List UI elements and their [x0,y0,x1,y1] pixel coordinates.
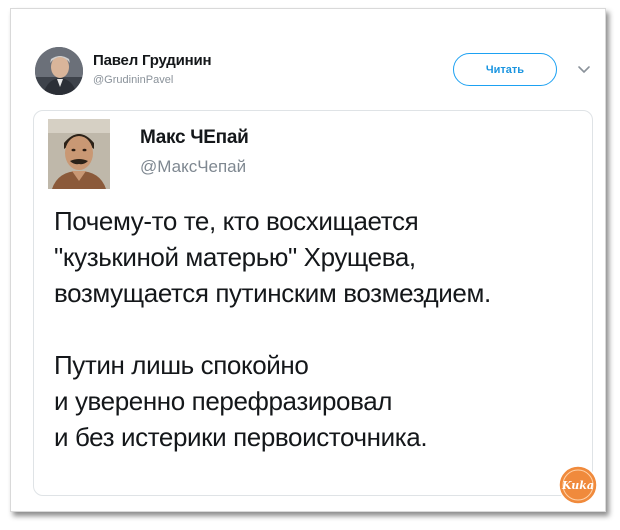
tweet-text-line: и уверенно перефразировал [54,386,393,416]
watermark-logo: Kuka [558,465,598,505]
quoted-author-handle[interactable]: @МаксЧепай [140,157,246,177]
chevron-down-icon[interactable] [577,64,591,74]
quoted-author-name[interactable]: Макс ЧЕпай [140,127,249,149]
tweet-text-line: Путин лишь спокойно [54,350,309,380]
follow-button[interactable]: Читать [453,53,557,86]
author-handle[interactable]: @GrudininPavel [93,74,173,86]
quoted-tweet-text: Почему-то те, кто восхищается "кузькиной… [54,203,594,455]
quoted-tweet[interactable]: Макс ЧЕпай @МаксЧепай Почему-то те, кто … [33,110,593,496]
watermark-text: Kuka [561,479,594,492]
tweet-text-line: возмущается путинским возмездием. [54,278,491,308]
tweet-text-line: "кузькиной матерью" Хрущева, [54,242,416,272]
tweet-text-line: и без истерики первоисточника. [54,422,428,452]
author-avatar-image [35,47,83,95]
author-avatar[interactable] [35,47,83,95]
tweet-card: Павел Грудинин @GrudininPavel Читать Мак… [10,8,606,512]
tweet-text-line: Почему-то те, кто восхищается [54,206,419,236]
author-name[interactable]: Павел Грудинин [93,52,212,69]
quoted-author-avatar-image [48,119,110,189]
quoted-author-avatar[interactable] [48,119,110,189]
